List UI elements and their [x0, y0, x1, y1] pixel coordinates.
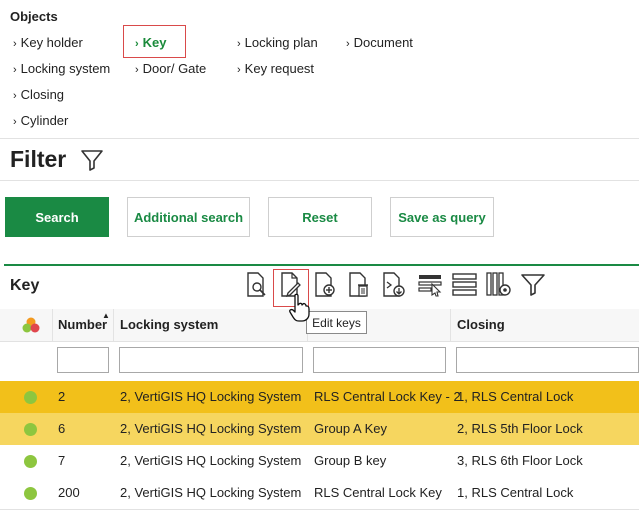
additional-search-button[interactable]: Additional search	[127, 197, 250, 237]
import-document-icon[interactable]	[381, 272, 407, 298]
divider	[0, 180, 639, 181]
save-as-query-button[interactable]: Save as query	[390, 197, 494, 237]
row-name: Group A Key	[314, 421, 387, 436]
number-filter-input[interactable]	[57, 347, 109, 373]
status-dot-icon	[24, 391, 37, 404]
add-document-icon[interactable]	[313, 272, 337, 298]
closing-filter-input[interactable]	[456, 347, 639, 373]
filter-title: Filter	[10, 146, 67, 172]
view-document-icon[interactable]	[245, 272, 269, 298]
nav-link-door-gate[interactable]: › Door/ Gate	[135, 61, 206, 76]
row-name: RLS Central Lock Key	[314, 485, 442, 500]
row-locking-system: 2, VertiGIS HQ Locking System	[120, 421, 302, 436]
column-header-closing[interactable]: Closing	[457, 309, 505, 341]
divider	[0, 138, 639, 139]
chevron-right-icon: ›	[13, 116, 17, 128]
nav-link-cylinder[interactable]: › Cylinder	[13, 113, 68, 128]
status-dot-icon	[24, 487, 37, 500]
nav-link-key-request[interactable]: › Key request	[237, 61, 314, 76]
row-locking-system: 2, VertiGIS HQ Locking System	[120, 389, 302, 404]
chevron-right-icon: ›	[135, 64, 139, 76]
row-number: 200	[58, 485, 80, 500]
chevron-right-icon: ›	[13, 64, 17, 76]
divider	[0, 509, 639, 510]
search-button[interactable]: Search	[5, 197, 109, 237]
column-separator	[52, 309, 53, 341]
row-closing: 1, RLS Central Lock	[457, 389, 574, 404]
row-name: Group B key	[314, 453, 387, 468]
locking-system-filter-input[interactable]	[119, 347, 303, 373]
sort-ascending-icon: ▲	[102, 311, 110, 320]
divider	[0, 341, 639, 342]
filter-icon[interactable]	[520, 272, 546, 298]
hand-cursor-icon	[289, 293, 310, 322]
rows-icon[interactable]	[452, 272, 478, 298]
row-locking-system: 2, VertiGIS HQ Locking System	[120, 485, 302, 500]
name-filter-input[interactable]	[313, 347, 446, 373]
reset-button[interactable]: Reset	[268, 197, 372, 237]
section-divider	[4, 264, 639, 266]
status-dot-icon	[24, 423, 37, 436]
funnel-icon[interactable]	[80, 148, 104, 172]
row-name: RLS Central Lock Key - 2	[314, 389, 461, 404]
table-row[interactable]: 7 2, VertiGIS HQ Locking System Group B …	[0, 445, 639, 477]
status-legend-icon	[22, 317, 40, 333]
key-highlight-box	[123, 25, 186, 58]
status-dot-icon	[24, 455, 37, 468]
row-number: 7	[58, 453, 66, 468]
row-number: 2	[58, 389, 66, 404]
chevron-right-icon: ›	[13, 38, 17, 50]
key-section-title: Key	[10, 277, 40, 294]
chevron-right-icon: ›	[346, 38, 350, 50]
row-locking-system: 2, VertiGIS HQ Locking System	[120, 453, 302, 468]
row-number: 6	[58, 421, 66, 436]
row-closing: 2, RLS 5th Floor Lock	[457, 421, 583, 436]
column-separator	[113, 309, 114, 341]
grid-settings-icon[interactable]	[418, 272, 444, 298]
edit-keys-tooltip: Edit keys	[306, 311, 367, 334]
nav-link-locking-system[interactable]: › Locking system	[13, 61, 110, 76]
nav-link-locking-plan[interactable]: › Locking plan	[237, 35, 318, 50]
table-row[interactable]: 6 2, VertiGIS HQ Locking System Group A …	[0, 413, 639, 445]
nav-link-closing[interactable]: › Closing	[13, 87, 64, 102]
delete-document-icon[interactable]	[347, 272, 371, 298]
objects-title: Objects	[10, 9, 58, 24]
nav-link-key-holder[interactable]: › Key holder	[13, 35, 83, 50]
row-closing: 1, RLS Central Lock	[457, 485, 574, 500]
table-row[interactable]: 2 2, VertiGIS HQ Locking System RLS Cent…	[0, 381, 639, 413]
column-header-locking-system[interactable]: Locking system	[120, 309, 218, 341]
chevron-right-icon: ›	[237, 38, 241, 50]
column-separator	[450, 309, 451, 341]
chevron-right-icon: ›	[13, 90, 17, 102]
table-row[interactable]: 200 2, VertiGIS HQ Locking System RLS Ce…	[0, 477, 639, 509]
chevron-right-icon: ›	[237, 64, 241, 76]
nav-link-document[interactable]: › Document	[346, 35, 413, 50]
column-header-number[interactable]: Number	[58, 309, 107, 341]
columns-settings-icon[interactable]	[486, 272, 512, 298]
row-closing: 3, RLS 6th Floor Lock	[457, 453, 583, 468]
